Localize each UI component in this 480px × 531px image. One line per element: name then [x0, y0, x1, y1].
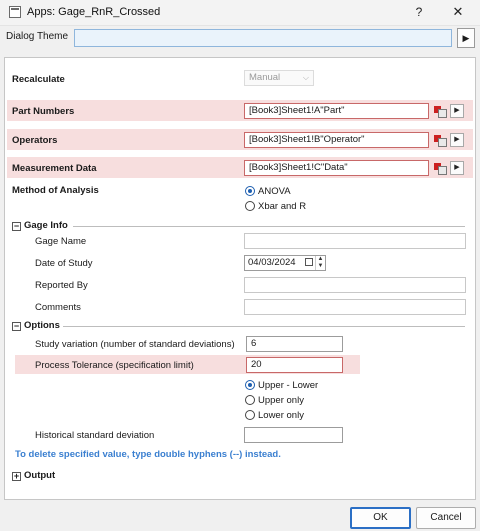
cancel-button[interactable]: Cancel: [416, 507, 476, 529]
process-tolerance-input[interactable]: 20: [246, 357, 343, 373]
spin-up-icon[interactable]: ▲: [316, 256, 325, 263]
study-variation-input[interactable]: 6: [246, 336, 343, 352]
section-divider: [63, 326, 465, 327]
lower-only-option-label[interactable]: Lower only: [258, 410, 304, 421]
operators-label: Operators: [12, 135, 58, 146]
recalculate-label: Recalculate: [12, 74, 65, 85]
measurement-data-menu-button[interactable]: ▶: [450, 161, 464, 175]
gage-name-label: Gage Name: [35, 236, 87, 247]
window-title: Apps: Gage_RnR_Crossed: [27, 6, 161, 18]
part-numbers-label: Part Numbers: [12, 106, 75, 117]
lower-only-radio[interactable]: [245, 410, 255, 420]
ok-button[interactable]: OK: [350, 507, 411, 529]
dialog-theme-label: Dialog Theme: [6, 31, 69, 42]
historical-sd-label: Historical standard deviation: [35, 430, 155, 441]
xbar-r-option-label[interactable]: Xbar and R: [258, 201, 306, 212]
part-numbers-input[interactable]: [Book3]Sheet1!A"Part": [244, 103, 429, 119]
comments-label: Comments: [35, 302, 81, 313]
options-section-title: Options: [24, 320, 60, 331]
output-section-title: Output: [24, 470, 56, 481]
part-numbers-menu-button[interactable]: ▶: [450, 104, 464, 118]
date-spinner[interactable]: ▲ ▼: [315, 256, 325, 270]
gage-name-input[interactable]: [244, 233, 466, 249]
process-tolerance-label: Process Tolerance (specification limit): [35, 360, 194, 371]
title-bar: Apps: Gage_RnR_Crossed ? ✕: [0, 0, 480, 26]
delete-hint-text: To delete specified value, type double h…: [15, 449, 281, 460]
dialog-theme-menu-button[interactable]: ▶: [457, 28, 475, 48]
dialog-theme-input[interactable]: [74, 29, 452, 47]
chevron-down-icon: ⌵: [302, 73, 309, 82]
settings-panel: Recalculate Manual ⌵ Part Numbers [Book3…: [4, 57, 476, 500]
date-of-study-picker[interactable]: 04/03/2024: [244, 255, 326, 271]
study-variation-label: Study variation (number of standard devi…: [35, 339, 235, 350]
comments-input[interactable]: [244, 299, 466, 315]
reported-by-input[interactable]: [244, 277, 466, 293]
recalculate-value: Manual: [249, 72, 281, 83]
spin-down-icon[interactable]: ▼: [316, 263, 325, 270]
help-button[interactable]: ?: [404, 2, 434, 22]
calendar-icon[interactable]: [305, 258, 313, 266]
select-columns-icon[interactable]: [433, 161, 447, 175]
options-collapse-toggle[interactable]: −: [12, 322, 21, 331]
historical-sd-input[interactable]: [244, 427, 343, 443]
section-divider: [73, 226, 465, 227]
output-expand-toggle[interactable]: +: [12, 472, 21, 481]
anova-option-label[interactable]: ANOVA: [258, 186, 291, 197]
xbar-r-radio[interactable]: [245, 201, 255, 211]
gage-info-collapse-toggle[interactable]: −: [12, 222, 21, 231]
upper-lower-radio[interactable]: [245, 380, 255, 390]
operators-input[interactable]: [Book3]Sheet1!B"Operator": [244, 132, 429, 148]
date-of-study-value: 04/03/2024: [248, 257, 296, 268]
upper-only-radio[interactable]: [245, 395, 255, 405]
reported-by-label: Reported By: [35, 280, 88, 291]
recalculate-dropdown[interactable]: Manual ⌵: [244, 70, 314, 86]
anova-radio[interactable]: [245, 186, 255, 196]
upper-lower-option-label[interactable]: Upper - Lower: [258, 380, 318, 391]
date-of-study-label: Date of Study: [35, 258, 93, 269]
close-button[interactable]: ✕: [441, 2, 475, 22]
method-of-analysis-label: Method of Analysis: [12, 185, 99, 196]
app-window-icon: [9, 6, 21, 18]
operators-menu-button[interactable]: ▶: [450, 133, 464, 147]
select-columns-icon[interactable]: [433, 104, 447, 118]
gage-info-section-title: Gage Info: [24, 220, 68, 231]
measurement-data-label: Measurement Data: [12, 163, 97, 174]
measurement-data-input[interactable]: [Book3]Sheet1!C"Data": [244, 160, 429, 176]
select-columns-icon[interactable]: [433, 133, 447, 147]
upper-only-option-label[interactable]: Upper only: [258, 395, 304, 406]
